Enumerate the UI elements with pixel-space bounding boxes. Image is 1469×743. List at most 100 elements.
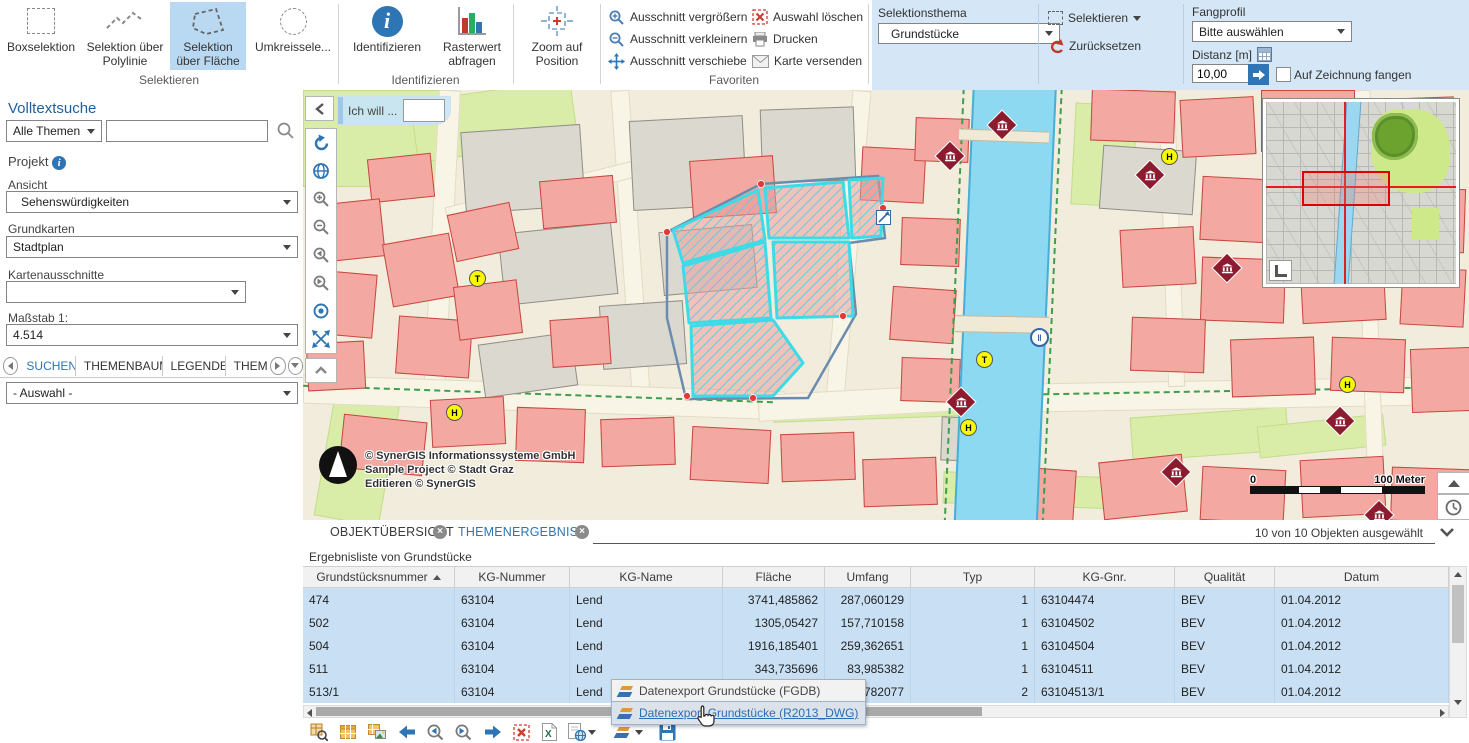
scroll-left-arrow[interactable] [307,709,312,717]
context-menu-item-dwg[interactable]: Datenexport Grundstücke (R2013_DWG) [612,702,865,724]
ich-will-input[interactable] [403,99,445,122]
selection-handle-icon[interactable] [876,210,891,225]
kartenausschnitte-dropdown[interactable] [6,281,246,303]
tool-selektion-polylinie[interactable]: Selektion über Polylinie [84,2,166,70]
map-building [1180,96,1257,158]
table-view-button[interactable] [336,720,360,743]
minimap-collapse-button[interactable] [1269,260,1292,281]
report-export-dropdown-arrow[interactable] [588,730,596,735]
fangprofil-dropdown[interactable]: Bitte auswählen [1192,21,1352,42]
tool-umkreisselektion[interactable]: Umkreissele... [250,2,336,70]
report-export-button[interactable] [565,720,589,743]
clear-selection-button[interactable] [509,720,533,743]
table-row[interactable]: 513/163104Lend4,782077263104513/1BEV01.0… [303,680,1449,703]
collapse-toolbar-button[interactable] [305,358,337,383]
selektieren-button[interactable]: Selektieren [1048,9,1141,27]
table-header-cell[interactable]: Qualität [1175,566,1275,588]
tool-selektion-flaeche[interactable]: Selektion über Fläche [170,2,246,70]
apply-distance-button[interactable] [1248,64,1269,85]
data-export-dropdown-arrow[interactable] [635,730,643,735]
table-row[interactable]: 51163104Lend343,73569683,985382163104511… [303,657,1449,680]
tabs-scroll-right-button[interactable] [270,357,285,375]
previous-extent-button[interactable] [306,241,336,269]
panel-collapse-chevron[interactable] [1439,526,1455,538]
table-header-cell[interactable]: Typ [911,566,1035,588]
tool-rasterwert-abfragen[interactable]: Rasterwert abfragen [434,2,510,70]
selektionsthema-value: Grundstücke [885,27,1045,41]
globe-button[interactable] [306,157,336,185]
ansicht-dropdown[interactable]: Sehenswürdigkeiten [6,191,298,213]
fav-ausschnitt-verschieben[interactable]: Ausschnitt verschiebe [608,52,747,70]
zoom-to-selection-button[interactable] [307,720,331,743]
scroll-down-arrow[interactable] [1454,700,1462,705]
info-icon[interactable]: i [52,156,66,170]
table-header-cell[interactable]: KG-Gnr. [1035,566,1175,588]
close-icon[interactable]: × [575,525,589,539]
panel-expand-button[interactable] [1437,472,1469,494]
first-record-button[interactable] [395,720,419,743]
next-extent-button[interactable] [306,269,336,297]
search-icon[interactable] [276,121,296,141]
tool-boxselektion[interactable]: Boxselektion [2,2,80,70]
table-header-cell[interactable]: KG-Name [570,566,723,588]
table-header-cell[interactable]: Grundstücksnummer [303,566,455,588]
scroll-up-arrow[interactable] [1454,572,1462,577]
fav-auswahl-loeschen[interactable]: Auswahl löschen [752,8,863,26]
zoom-next-record-button[interactable] [451,720,475,743]
selektionsthema-dropdown[interactable]: Grundstücke [878,23,1060,44]
table-image-view-button[interactable] [365,720,389,743]
auswahl-dropdown[interactable]: - Auswahl - [6,382,298,404]
fav-ausschnitt-vergroessern[interactable]: Ausschnitt vergrößern [608,8,747,26]
zoom-in-button[interactable] [306,185,336,213]
context-menu-item-fgdb[interactable]: Datenexport Grundstücke (FGDB) [612,680,865,702]
excel-export-button[interactable]: X [537,720,561,743]
collapse-sidebar-button[interactable] [305,96,334,121]
overview-minimap[interactable] [1262,98,1460,288]
grid-calculator-icon[interactable] [1257,47,1272,62]
fav-karte-versenden[interactable]: Karte versenden [752,52,862,70]
fav-drucken[interactable]: Drucken [752,30,818,48]
scroll-right-arrow[interactable] [1440,709,1445,717]
table-row[interactable]: 50263104Lend1305,05427157,71015816310450… [303,611,1449,634]
sidebar-tab-themenergebnis[interactable]: THEM [228,356,269,376]
table-row[interactable]: 50463104Lend1916,185401259,3626511631045… [303,634,1449,657]
sidebar-tab-themenbaum[interactable]: THEMENBAUM [78,356,163,376]
center-map-button[interactable] [306,297,336,325]
time-slider-button[interactable] [1437,494,1469,520]
zoom-out-button[interactable] [306,213,336,241]
refresh-button[interactable] [306,129,336,157]
table-header-cell[interactable]: KG-Nummer [455,566,570,588]
grundkarten-dropdown[interactable]: Stadtplan [6,236,298,258]
massstab-dropdown[interactable]: 4.514 [6,324,298,346]
tool-identifizieren[interactable]: i Identifizieren [344,2,430,70]
sidebar-tab-suchen[interactable]: SUCHEN [20,356,76,376]
horizontal-scrollbar[interactable] [303,705,1449,718]
zoom-previous-record-button[interactable] [423,720,447,743]
table-header-cell[interactable]: Fläche [723,566,825,588]
close-icon[interactable]: × [433,525,447,539]
zuruecksetzen-button[interactable]: Zurücksetzen [1048,37,1141,55]
distanz-input[interactable] [1192,64,1250,83]
map-canvas[interactable]: HHHHTT‖ Ich will ... [303,90,1469,520]
themen-dropdown[interactable]: Alle Themen [6,120,102,142]
tabs-more-button[interactable] [288,357,303,375]
last-record-button[interactable] [481,720,505,743]
table-cell: 1916,185401 [723,634,825,657]
auf-zeichnung-fangen-checkbox[interactable] [1276,67,1291,82]
table-header-cell[interactable]: Datum [1275,566,1449,588]
table-row[interactable]: 47463104Lend3741,485862287,0601291631044… [303,588,1449,611]
minimap-extent-rectangle[interactable] [1302,171,1390,206]
zoom-position-icon [541,6,573,36]
table-cell: BEV [1175,611,1275,634]
tabs-scroll-left-button[interactable] [3,357,18,375]
vertical-scrollbar-thumb[interactable] [1452,585,1464,643]
tool-zoom-auf-position[interactable]: Zoom auf Position [519,2,595,70]
sidebar-tab-legende[interactable]: LEGENDE [165,356,226,376]
tab-themenergebnis[interactable]: THEMENERGEBNIS [458,525,578,539]
ich-will-widget[interactable]: Ich will ... [337,96,451,125]
vertical-scrollbar[interactable] [1449,566,1467,718]
table-header-cell[interactable]: Umfang [825,566,911,588]
full-extent-button[interactable] [306,325,336,353]
fav-ausschnitt-verkleinern[interactable]: Ausschnitt verkleinern [608,30,747,48]
volltext-search-input[interactable] [106,120,268,142]
